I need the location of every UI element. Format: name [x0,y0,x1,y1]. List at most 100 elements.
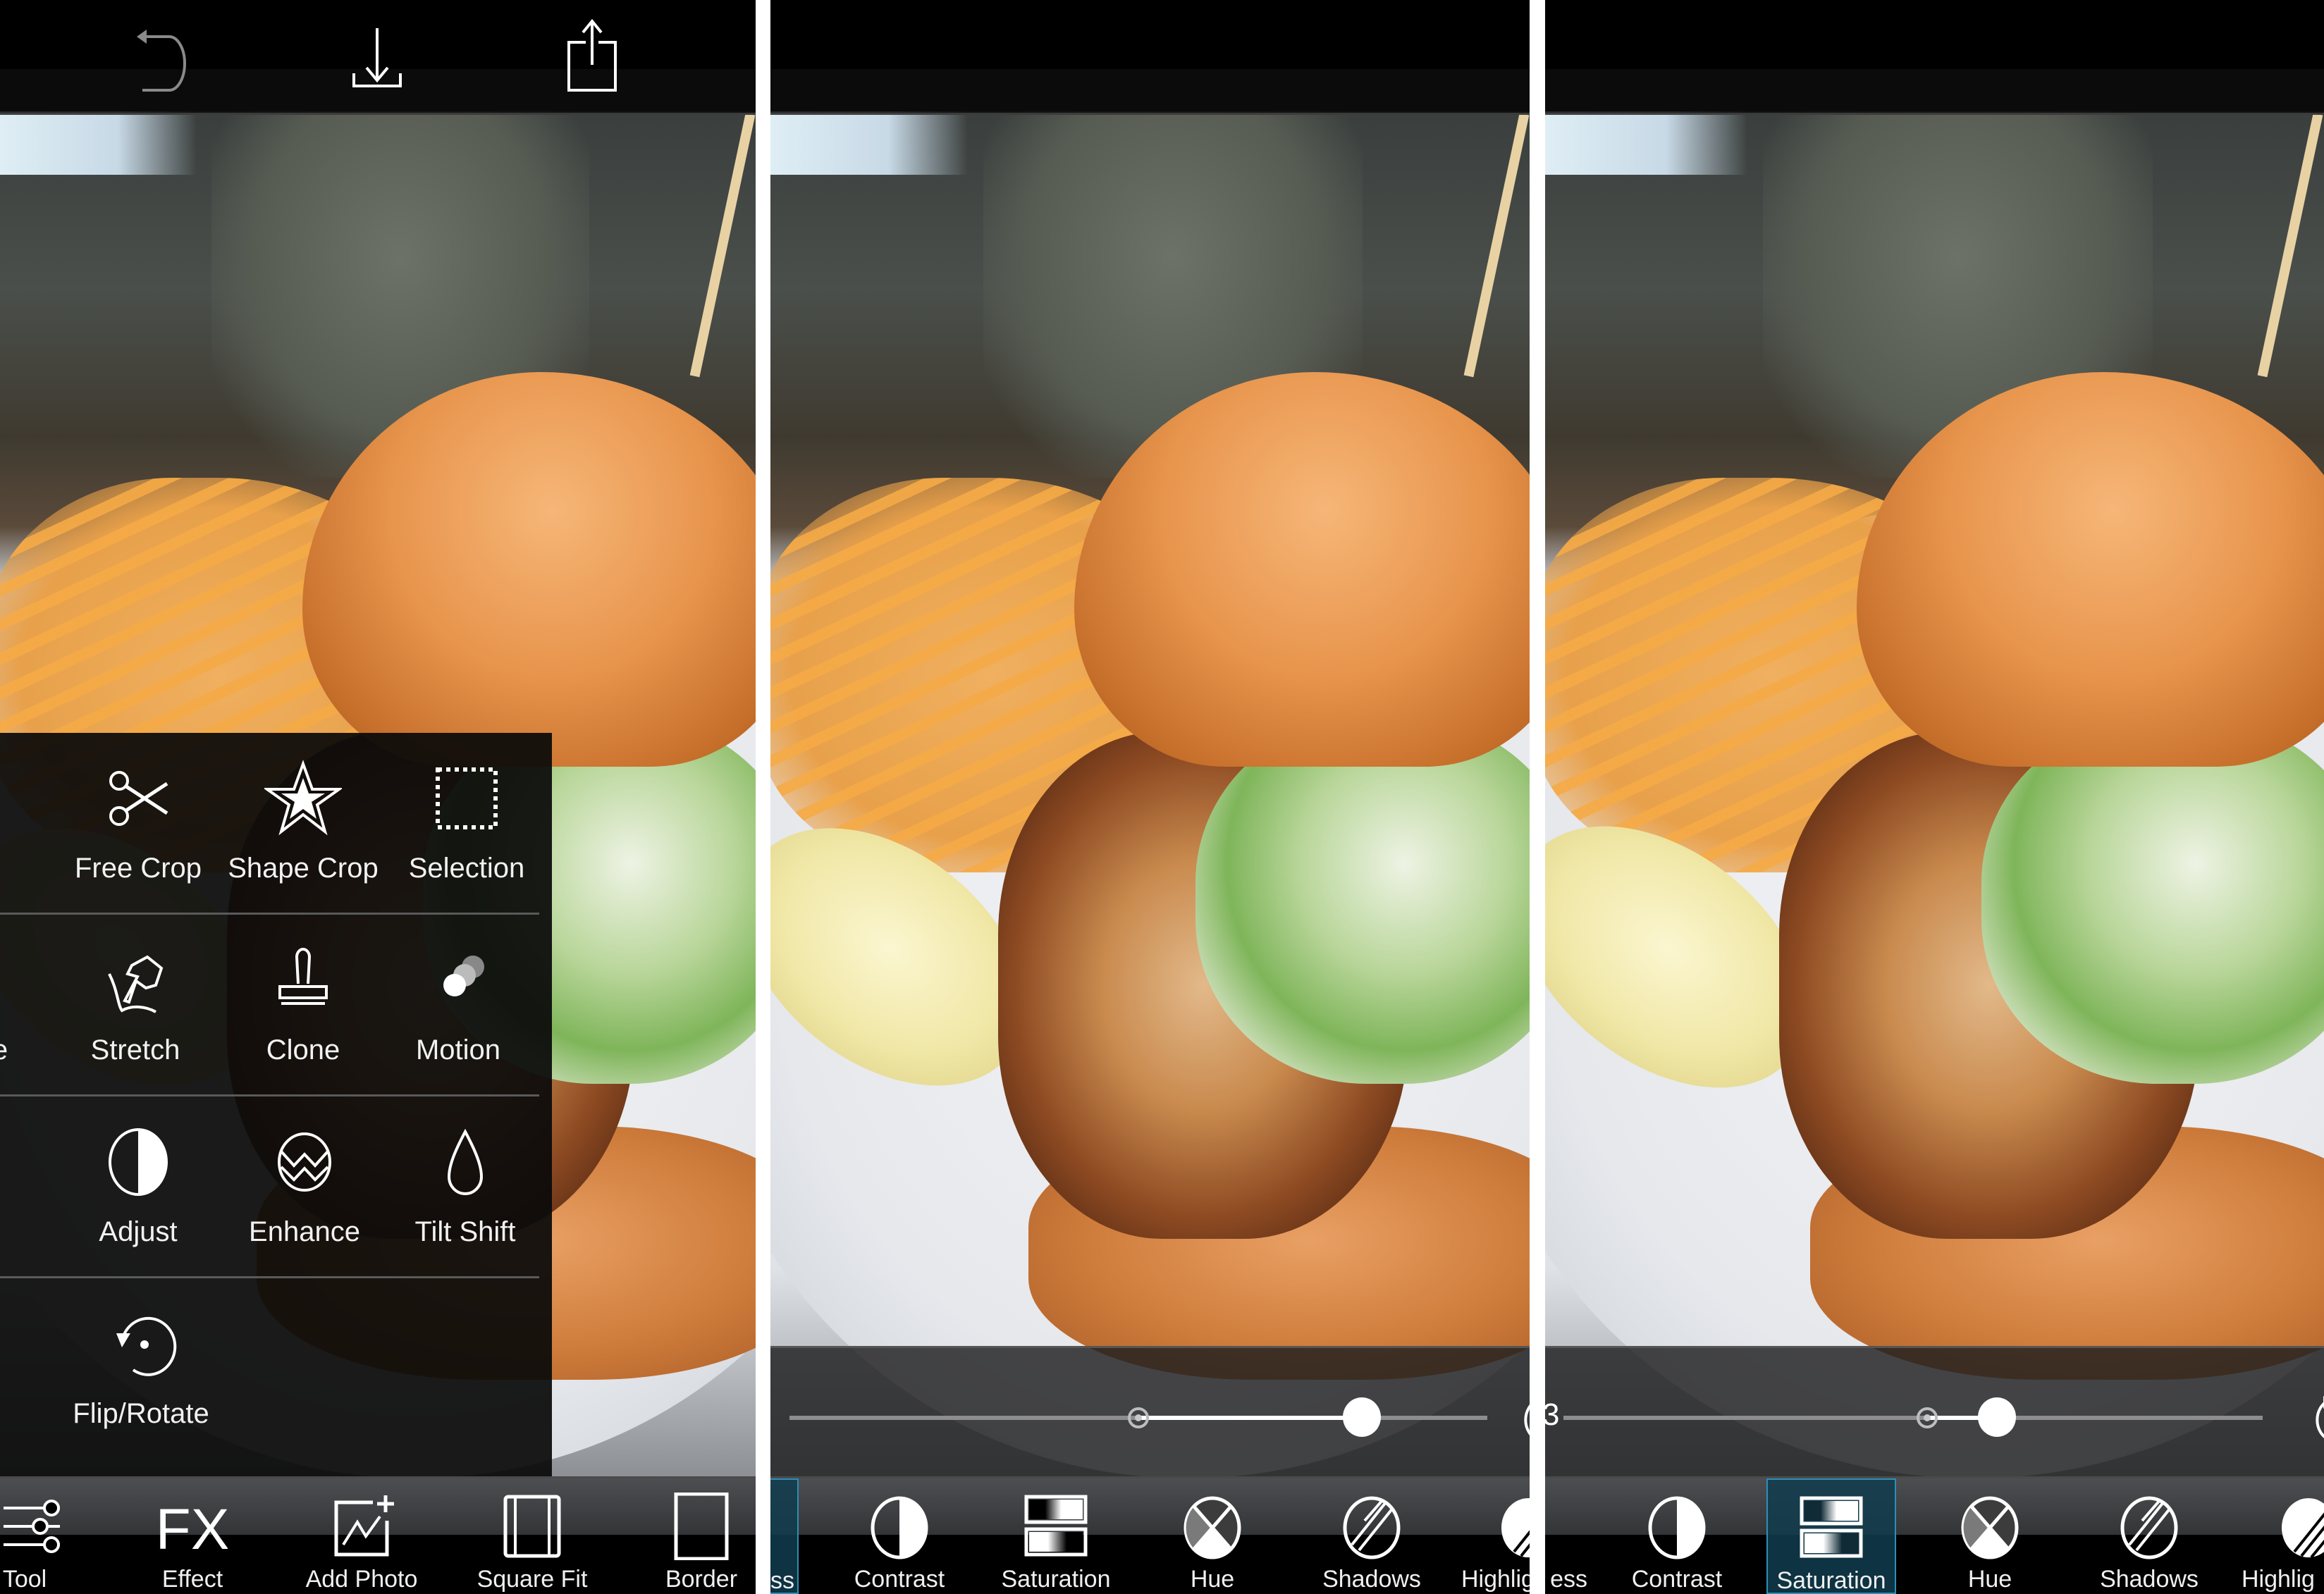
fx-icon: FX [156,1497,230,1562]
toolbar-item-highlights[interactable]: Highlig [1461,1478,1530,1594]
adjust-slider [770,1346,1530,1478]
photo-bg-window [0,111,197,175]
shadows-icon [1343,1496,1401,1559]
photo-slaw [1195,717,1530,1084]
toolbar-item-brightness[interactable]: ss [770,1478,799,1594]
undo-icon [137,30,186,92]
rotate-icon [116,1316,177,1376]
border-icon [674,1492,729,1561]
slider-origin-marker [1916,1407,1938,1428]
toolbar-item-label: Highlig [2242,1566,2315,1593]
toolbar-item-contrast[interactable]: Contrast [832,1478,966,1594]
top-bar-band [770,69,1530,115]
adjust-screen-2: 3 ess Contrast Saturation Hue Shadows Hi… [1545,0,2324,1594]
highlights-icon [1501,1498,1530,1557]
top-bar [770,0,1530,69]
toolbar-item-label: Square Fit [477,1566,588,1593]
hue-icon [1183,1496,1241,1559]
shadows-icon [2120,1496,2178,1559]
toolbar-item-shadows[interactable]: Shadows [1305,1478,1439,1594]
toolbar-item-label: Shadows [2100,1566,2199,1593]
frame-icon [0,1305,4,1383]
menu-item-flip-rotate[interactable]: Flip/Rotate [56,1278,226,1454]
star-icon [262,760,344,836]
photo-skewer [690,113,756,378]
toolbar-item-shadows[interactable]: Shadows [2082,1478,2216,1594]
slider-handle[interactable] [1342,1397,1381,1437]
menu-item-motion[interactable]: Motion [374,915,543,1091]
menu-item-tilt-shift[interactable]: Tilt Shift [381,1096,550,1273]
svg-text:FX: FX [157,1497,228,1560]
photo-slaw [1981,717,2324,1084]
saturation-icon [1024,1495,1088,1557]
tools-menu-row-2: ctive Stretch Clone [0,915,552,1096]
adjust-toolbar: ss Contrast Saturation Hue Shadows Highl… [770,1478,1530,1594]
highlights-icon [2282,1498,2324,1559]
motion-icon [443,956,484,996]
sliders-icon [4,1500,60,1553]
toolbar-item-brightness[interactable]: ess [1545,1478,1587,1594]
toolbar-item-border[interactable]: Border [634,1478,756,1594]
toolbar-item-contrast[interactable]: Contrast [1610,1478,1744,1594]
slider-origin-marker [1128,1407,1149,1428]
photo-bg-window [1545,111,1748,175]
slider-value-partial: 3 [1545,1397,1560,1432]
perspective-icon [0,941,18,1019]
adjust-toolbar: ess Contrast Saturation Hue Shadows High… [1545,1478,2324,1594]
toolbar-item-highlights[interactable]: Highlig [2242,1478,2324,1594]
undo-button[interactable] [127,16,190,93]
photo-bg-window [770,111,969,175]
toolbar-item-label: Border [665,1566,738,1593]
bottom-toolbar: Tool FX Effect Add Photo Square Fit Bord… [0,1478,756,1594]
toolbar-item-label: Highlig [1461,1566,1530,1593]
slider-track[interactable] [1563,1416,2263,1420]
share-icon [567,18,617,92]
contrast-icon [1648,1496,1706,1559]
toolbar-item-saturation[interactable]: Saturation [989,1478,1123,1594]
toolbar-item-add-photo[interactable]: Add Photo [295,1478,429,1594]
square-fit-icon [503,1495,561,1558]
toolbar-item-label: Shadows [1322,1566,1421,1593]
tools-screen: Free Crop Shape Crop Selection ctive [0,0,756,1594]
contrast-icon [871,1496,928,1559]
slider-handle[interactable] [1978,1397,2017,1437]
top-bar [1545,0,2324,69]
drop-icon [447,1128,484,1195]
selection-icon [436,767,498,829]
stamp-icon [278,948,328,1005]
toolbar-item-label: ss [770,1567,794,1594]
hue-icon [1961,1496,2019,1559]
reset-icon[interactable] [2308,1393,2324,1442]
adjust-screen-1: ss Contrast Saturation Hue Shadows Highl… [770,0,1530,1594]
frames-icon [0,1123,4,1201]
share-button[interactable] [560,16,624,93]
menu-item-label: Motion [415,1034,501,1065]
menu-item-selection[interactable]: Selection [382,733,551,909]
save-button[interactable] [345,16,409,93]
toolbar-item-hue[interactable]: Hue [1145,1478,1279,1594]
tools-menu: Free Crop Shape Crop Selection ctive [0,733,552,1478]
add-photo-icon [334,1495,394,1557]
toolbar-item-square-fit[interactable]: Square Fit [465,1478,599,1594]
toolbar-item-label: Add Photo [305,1566,418,1593]
tools-menu-row-1: Free Crop Shape Crop Selection [0,733,552,915]
menu-item-label: Tilt Shift [414,1216,516,1247]
download-icon [352,28,402,87]
top-bar-band [1545,69,2324,115]
toolbar-item-hue[interactable]: Hue [1923,1478,2057,1594]
adjust-contrast-icon [109,1128,168,1196]
menu-item-label: Flip/Rotate [73,1398,209,1429]
toolbar-item-tool[interactable]: Tool [0,1478,92,1594]
enhance-icon [278,1132,331,1192]
toolbar-item-effect[interactable]: FX Effect [125,1478,259,1594]
saturation-icon [1800,1496,1863,1558]
toolbar-item-label: Effect [161,1566,223,1593]
stretch-hand-icon [108,955,164,1013]
slider-fill [1138,1416,1362,1420]
toolbar-item-saturation[interactable]: Saturation [1766,1478,1896,1594]
photo-skewer [1463,113,1530,378]
reset-icon[interactable] [1518,1393,1530,1442]
adjust-slider: 3 [1545,1346,2324,1478]
photo-skewer [2257,113,2323,378]
scissors-icon [109,771,168,826]
